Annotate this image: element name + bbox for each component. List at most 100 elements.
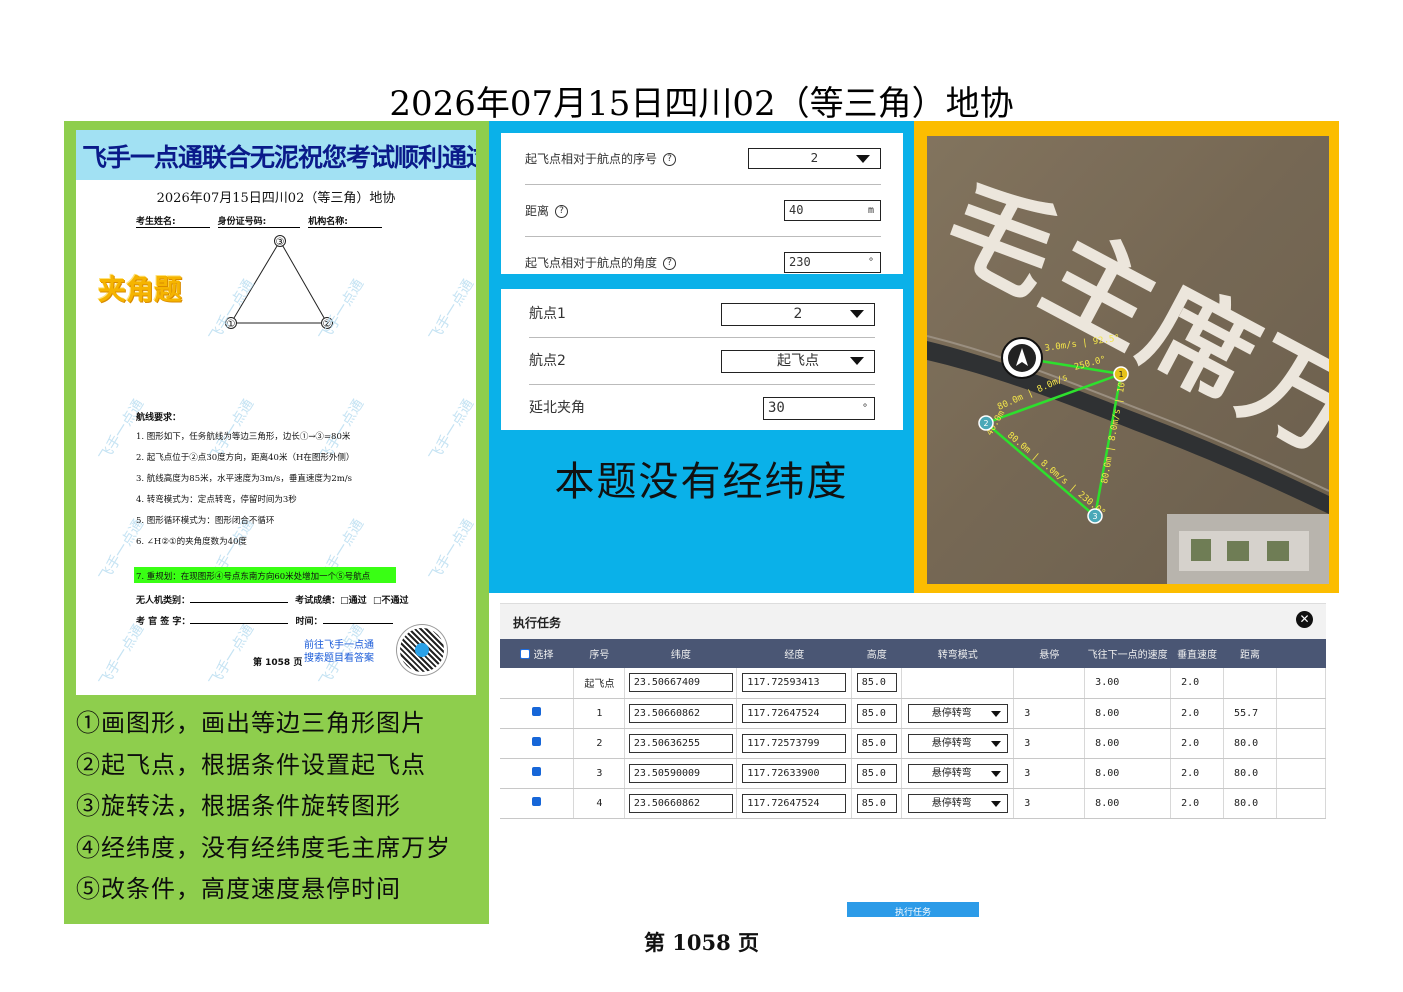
angle-input[interactable]: 230 °	[784, 252, 881, 273]
requirements-list: 1. 图形如下，任务航线为等边三角形，边长①→③=80米 2. 起飞点位于②点3…	[136, 430, 354, 556]
uav-type-line	[190, 602, 289, 603]
requirement-item: 3. 航线高度为85米，水平速度为3m/s，垂直速度为2m/s	[136, 474, 353, 484]
row-hover: 3	[1013, 788, 1086, 819]
col-lon: 经度	[736, 639, 852, 668]
pass-option: □通过	[340, 596, 367, 606]
examiner-label: 考 官 签 字：	[136, 617, 191, 627]
requirement-item: 4. 转弯模式为：定点转弯，停留时间为3秒	[136, 495, 297, 505]
col-alt: 高度	[851, 639, 902, 668]
row-speed: 8.00	[1084, 758, 1172, 789]
row-alt: 85.0	[851, 788, 903, 819]
lon-input[interactable]: 117.72647524	[742, 793, 847, 813]
watermark: 飞手一点通	[206, 621, 258, 690]
result-label: 考试成绩：	[295, 596, 341, 606]
alt-input[interactable]: 85.0	[856, 733, 897, 753]
row-vspeed: 2.0	[1170, 668, 1225, 699]
row-dist: 80.0	[1223, 728, 1278, 759]
select-all-checkbox[interactable]	[520, 649, 531, 659]
row-speed: 8.00	[1084, 698, 1172, 729]
execute-task-button[interactable]: 执行任务	[847, 902, 979, 917]
row-hover	[1013, 668, 1086, 699]
page-title: 2026年07月15日四川02（等三角）地协	[389, 84, 1014, 124]
chevron-down-icon	[850, 357, 864, 365]
help-icon[interactable]: ?	[555, 205, 569, 218]
watermark: 飞手一点通	[426, 276, 476, 345]
takeoff-seq-label: 起飞点相对于航点的序号?	[525, 133, 677, 185]
row-checkbox[interactable]	[532, 797, 542, 806]
row-checkbox[interactable]	[532, 737, 542, 746]
col-dist: 距离	[1223, 639, 1277, 668]
lat-input[interactable]: 23.50660862	[628, 703, 733, 723]
row-vspeed: 2.0	[1170, 728, 1225, 759]
row-speed: 3.00	[1084, 668, 1172, 699]
table-row: 2 23.50636255 117.72573799 85.0 悬停转弯 3 8…	[500, 728, 1326, 759]
turn-mode-select[interactable]: 悬停转弯	[907, 703, 1008, 723]
waypoint2-select[interactable]: 起飞点	[721, 350, 875, 373]
chevron-down-icon	[856, 155, 870, 163]
turn-mode-select[interactable]: 悬停转弯	[907, 763, 1008, 783]
field-id: 身份证号码:	[217, 214, 301, 228]
north-angle-input[interactable]: 30 °	[763, 397, 875, 420]
row-lat: 23.50667409	[624, 668, 738, 699]
angle-row: 起飞点相对于航点的角度? 230 °	[525, 237, 881, 289]
lon-input[interactable]: 117.72647524	[742, 703, 847, 723]
row-seq: 4	[573, 788, 626, 819]
col-select[interactable]: 选择	[500, 639, 574, 668]
alt-input[interactable]: 85.0	[856, 703, 897, 723]
turn-mode-select[interactable]: 悬停转弯	[907, 733, 1008, 753]
examiner-line	[190, 623, 289, 624]
table-header-row: 选择 序号 纬度 经度 高度 转弯模式 悬停 飞往下一点的速度 垂直速度 距离	[500, 639, 1326, 668]
help-icon[interactable]: ?	[663, 153, 677, 166]
distance-input[interactable]: 40 m	[784, 200, 881, 221]
examiner-row: 考 官 签 字： 时间：	[136, 614, 397, 627]
row-lon: 117.72647524	[736, 698, 853, 729]
lat-input[interactable]: 23.50667409	[628, 673, 733, 693]
lon-input[interactable]: 117.72573799	[742, 733, 847, 753]
takeoff-seq-row: 起飞点相对于航点的序号? 2	[525, 133, 881, 185]
takeoff-seq-select[interactable]: 2	[748, 148, 881, 169]
table-row: 3 23.50590009 117.72633900 85.0 悬停转弯 3 8…	[500, 758, 1326, 789]
alt-input[interactable]: 85.0	[856, 793, 897, 813]
row-checkbox[interactable]	[532, 767, 542, 776]
col-speed: 飞往下一点的速度	[1084, 639, 1171, 668]
turn-mode-select[interactable]: 悬停转弯	[907, 793, 1008, 813]
row-lon: 117.72573799	[736, 728, 853, 759]
row-select	[500, 728, 575, 759]
col-lat: 纬度	[624, 639, 737, 668]
close-icon[interactable]: ✕	[1296, 611, 1313, 628]
lon-input[interactable]: 117.72633900	[742, 763, 847, 783]
lat-input[interactable]: 23.50636255	[628, 733, 733, 753]
rotation-form: 航点1 2 航点2 起飞点 延北夹角 30 °	[501, 289, 903, 430]
steps-list: ①画图形，画出等边三角形图片 ②起飞点，根据条件设置起飞点 ③旋转法，根据条件旋…	[76, 703, 451, 911]
row-lon: 117.72647524	[736, 788, 853, 819]
alt-input[interactable]: 85.0	[856, 673, 897, 693]
row-select	[500, 668, 575, 699]
field-org: 机构名称:	[308, 214, 382, 228]
requirement-item: 2. 起飞点位于②点30度方向，距离40米（H在图形外侧）	[136, 453, 355, 463]
replan-requirement: 7. 重规划：在现图形④号点东南方向60米处增加一个⑤号航点	[134, 567, 396, 583]
lat-input[interactable]: 23.50590009	[628, 763, 733, 783]
task-title: 执行任务	[513, 616, 562, 630]
row-extra	[1276, 728, 1326, 759]
row-vspeed: 2.0	[1170, 698, 1225, 729]
row-lat: 23.50660862	[624, 698, 738, 729]
row-speed: 8.00	[1084, 728, 1172, 759]
row-select	[500, 788, 575, 819]
uav-type-label: 无人机类别：	[136, 596, 191, 606]
row-seq: 起飞点	[573, 668, 626, 699]
table-row: 4 23.50660862 117.72647524 85.0 悬停转弯 3 8…	[500, 788, 1326, 819]
row-vspeed: 2.0	[1170, 788, 1225, 819]
takeoff-form: 起飞点相对于航点的序号? 2 距离? 40 m 起飞点相对于航点的角度? 230 °	[501, 133, 903, 274]
row-checkbox[interactable]	[532, 707, 542, 716]
row-alt: 85.0	[851, 758, 903, 789]
lat-input[interactable]: 23.50660862	[628, 793, 733, 813]
waypoint1-select[interactable]: 2	[721, 303, 875, 326]
row-dist: 80.0	[1223, 758, 1278, 789]
paper-banner-text: 飞手一点通联合无泥祝您考试顺利通过	[82, 143, 476, 172]
lon-input[interactable]: 117.72593413	[742, 673, 847, 693]
help-icon[interactable]: ?	[663, 257, 677, 270]
row-seq: 3	[573, 758, 626, 789]
row-select	[500, 758, 575, 789]
satellite-map[interactable]: 毛主席万岁 3.0m/s | 92.5° 250.0° 80.0m | 8.0m…	[927, 136, 1329, 584]
alt-input[interactable]: 85.0	[856, 763, 897, 783]
